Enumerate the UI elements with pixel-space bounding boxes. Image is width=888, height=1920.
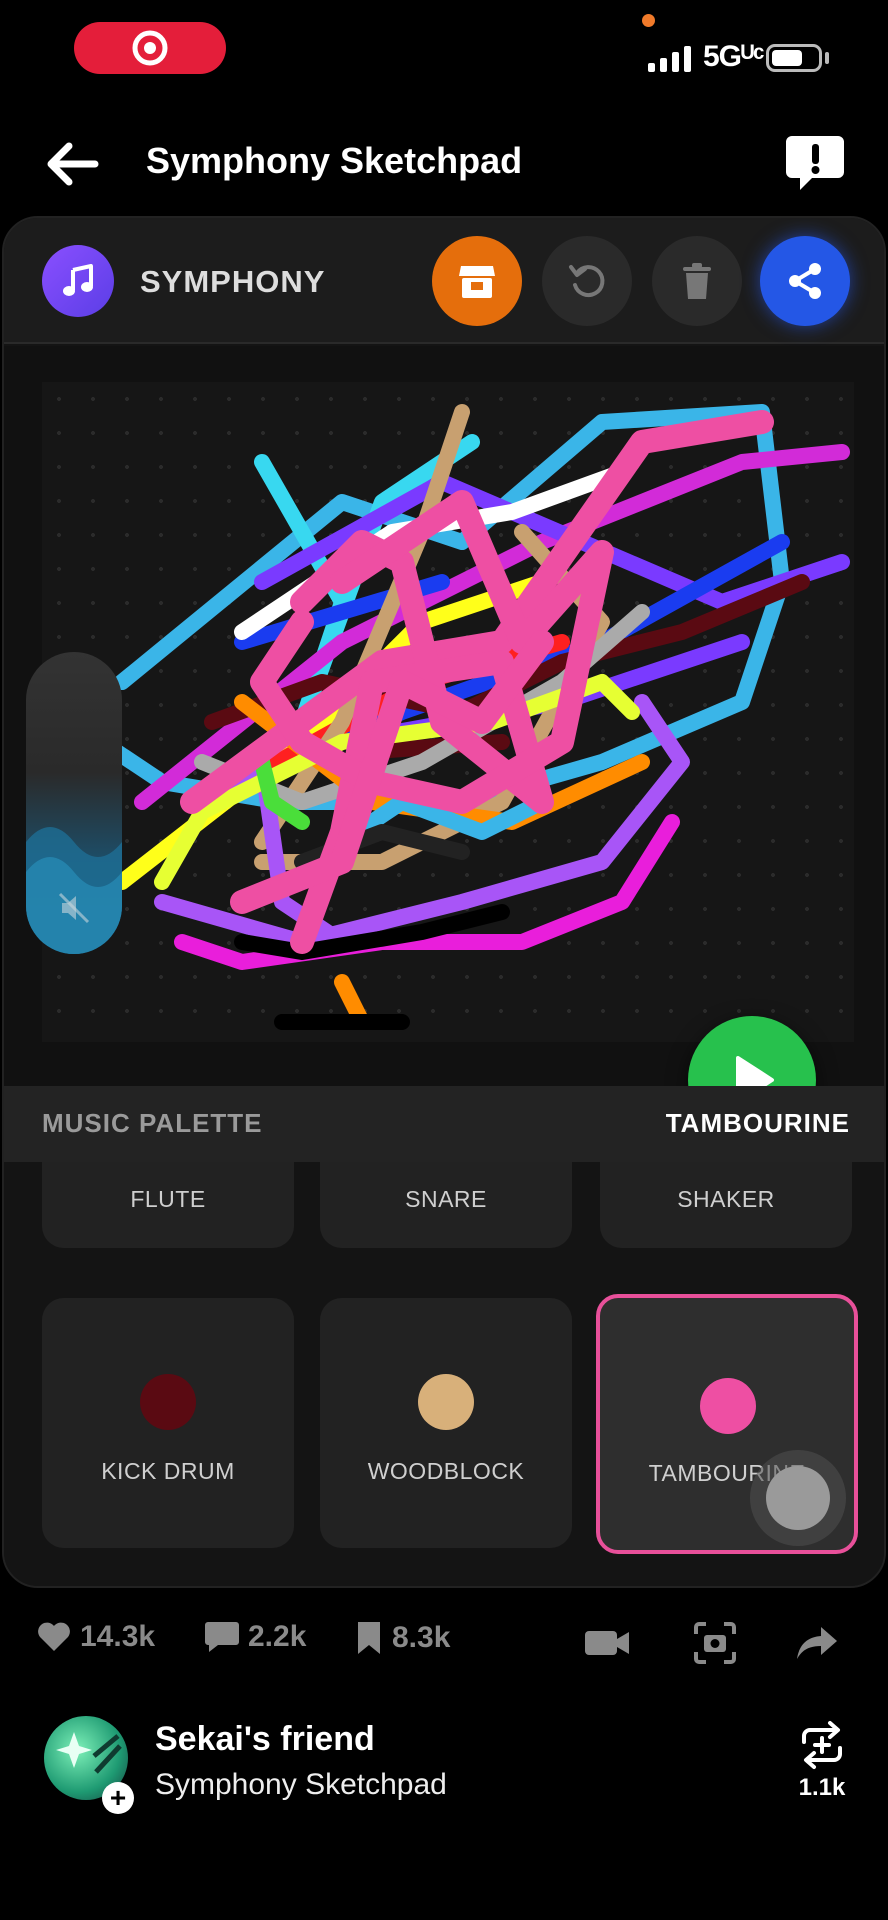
bookmark-icon bbox=[358, 1622, 380, 1654]
instrument-color-swatch bbox=[140, 1374, 196, 1430]
instrument-label: KICK DRUM bbox=[101, 1458, 235, 1484]
creator-name[interactable]: Sekai's friend bbox=[155, 1720, 375, 1759]
clear-button[interactable] bbox=[652, 236, 742, 326]
feedback-button[interactable] bbox=[784, 132, 846, 194]
report-icon bbox=[786, 136, 844, 190]
instrument-tile-woodblock[interactable]: WOODBLOCK bbox=[320, 1298, 572, 1548]
forward-arrow-icon bbox=[797, 1627, 837, 1659]
palette-header: MUSIC PALETTE TAMBOURINE bbox=[4, 1086, 884, 1162]
status-bar: 5Gᵁᶜ bbox=[0, 0, 888, 110]
record-video-button[interactable] bbox=[582, 1618, 632, 1668]
undo-button[interactable] bbox=[542, 236, 632, 326]
instrument-tile-kick-drum[interactable]: KICK DRUM bbox=[42, 1298, 294, 1548]
app-name: SYMPHONY bbox=[140, 264, 326, 299]
store-icon bbox=[459, 266, 495, 298]
forward-button[interactable] bbox=[792, 1618, 842, 1668]
volume-slider[interactable] bbox=[26, 652, 122, 954]
back-button[interactable] bbox=[42, 134, 102, 194]
instrument-color-swatch bbox=[700, 1378, 756, 1434]
screenshot-button[interactable] bbox=[690, 1618, 740, 1668]
instrument-tile-flute[interactable]: FLUTE bbox=[42, 1162, 294, 1248]
save-count: 8.3k bbox=[392, 1621, 451, 1654]
undo-icon bbox=[569, 265, 605, 298]
instrument-label: SNARE bbox=[405, 1186, 487, 1212]
comment-count: 2.2k bbox=[248, 1620, 307, 1653]
sketch-drawing bbox=[94, 404, 850, 1030]
save-button[interactable]: 8.3k bbox=[354, 1620, 450, 1656]
creator-app-name: Symphony Sketchpad bbox=[155, 1768, 447, 1801]
like-count: 14.3k bbox=[80, 1620, 156, 1653]
instrument-label: SHAKER bbox=[677, 1186, 775, 1212]
palette-title: MUSIC PALETTE bbox=[42, 1108, 263, 1138]
heart-icon bbox=[38, 1622, 70, 1651]
follow-button[interactable]: + bbox=[102, 1782, 134, 1814]
engagement-bar: 14.3k 2.2k 8.3k bbox=[0, 1608, 888, 1678]
share-button[interactable] bbox=[760, 236, 850, 326]
remix-count: 1.1k bbox=[798, 1774, 846, 1801]
signal-icon bbox=[648, 46, 691, 72]
remix-button[interactable] bbox=[792, 1720, 852, 1770]
trash-icon bbox=[683, 263, 711, 299]
instrument-label: WOODBLOCK bbox=[367, 1458, 525, 1484]
assistive-touch-button[interactable] bbox=[750, 1450, 846, 1546]
instrument-grid: FLUTE SNARE SHAKER KICK DRUM WOODBLOCK T… bbox=[4, 1162, 884, 1586]
app-header: Symphony Sketchpad bbox=[0, 110, 888, 218]
comment-button[interactable]: 2.2k bbox=[204, 1620, 306, 1654]
battery-icon bbox=[766, 44, 822, 72]
instrument-label: FLUTE bbox=[130, 1186, 206, 1212]
record-icon bbox=[132, 30, 168, 66]
comment-icon bbox=[205, 1622, 239, 1652]
like-button[interactable]: 14.3k bbox=[36, 1620, 155, 1654]
selected-instrument: TAMBOURINE bbox=[665, 1108, 850, 1138]
video-camera-icon bbox=[585, 1631, 629, 1655]
sound-wave-icon bbox=[26, 827, 122, 954]
sketchpad-toolbar: SYMPHONY bbox=[4, 218, 884, 344]
arrow-left-icon bbox=[47, 142, 99, 186]
remix-icon bbox=[802, 1721, 842, 1769]
page-title: Symphony Sketchpad bbox=[146, 140, 523, 181]
privacy-indicator-dot bbox=[642, 14, 655, 27]
app-icon bbox=[42, 245, 114, 317]
recording-indicator[interactable] bbox=[74, 22, 226, 74]
mute-icon bbox=[58, 892, 90, 924]
store-button[interactable] bbox=[432, 236, 522, 326]
music-note-icon bbox=[63, 264, 93, 296]
drawing-canvas-area bbox=[4, 346, 884, 1144]
instrument-color-swatch bbox=[418, 1374, 474, 1430]
sketchpad-card: SYMPHONY MUSIC PALETTE TAMBOURINE FLUTE … bbox=[2, 216, 886, 1588]
instrument-tile-snare[interactable]: SNARE bbox=[320, 1162, 572, 1248]
instrument-tile-shaker[interactable]: SHAKER bbox=[600, 1162, 852, 1248]
creator-row: + Sekai's friend Symphony Sketchpad 1.1k bbox=[0, 1702, 888, 1832]
share-icon bbox=[789, 263, 821, 299]
network-type: 5Gᵁᶜ bbox=[703, 40, 764, 73]
screenshot-icon bbox=[694, 1622, 736, 1664]
